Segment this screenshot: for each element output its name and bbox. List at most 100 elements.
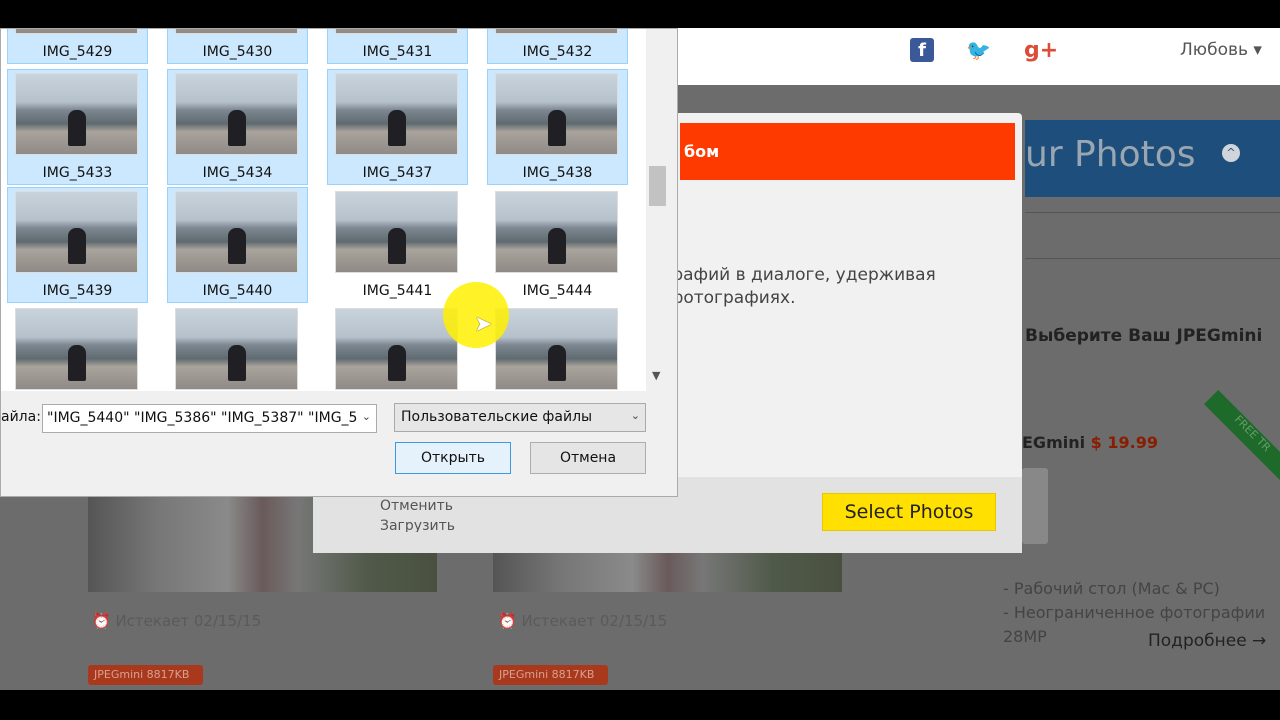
file-tile[interactable]: IMG_5431 bbox=[327, 29, 468, 64]
file-tile[interactable]: IMG_5444 bbox=[487, 187, 628, 303]
file-thumbnail bbox=[15, 29, 138, 34]
file-thumbnail bbox=[495, 29, 618, 34]
file-name: IMG_5430 bbox=[202, 44, 273, 60]
badge-size: 8817KB bbox=[551, 668, 595, 681]
file-tile[interactable]: IMG_5440 bbox=[167, 187, 308, 303]
person-figure bbox=[67, 228, 86, 264]
file-open-dialog: IMG_5429 IMG_5430 IMG_5431 IMG_5432 IMG_5433… bbox=[0, 28, 678, 497]
web-page: f 🐦 g+ Любовь ▾ ur Photos ^ Выберите Ваш… bbox=[0, 28, 1280, 690]
badge-brand: JPEGmini bbox=[94, 668, 144, 681]
file-tile[interactable]: IMG_5438 bbox=[487, 69, 628, 185]
person-figure bbox=[387, 345, 406, 381]
filetype-value: Пользовательские файлы bbox=[401, 409, 593, 425]
person-figure bbox=[387, 228, 406, 264]
file-thumbnail bbox=[495, 308, 618, 390]
expiry-text: Истекает 02/15/15 bbox=[521, 612, 668, 630]
file-thumbnail bbox=[175, 29, 298, 34]
file-name: IMG_5434 bbox=[202, 165, 273, 181]
badge-size: 8817KB bbox=[146, 668, 190, 681]
scrollbar[interactable]: ▼ bbox=[648, 29, 668, 391]
file-thumbnail bbox=[15, 73, 138, 155]
more-link[interactable]: Подробнее → bbox=[1148, 631, 1266, 651]
open-button[interactable]: Открыть bbox=[395, 442, 511, 474]
person-figure bbox=[547, 345, 566, 381]
person-figure bbox=[227, 228, 246, 264]
file-tile[interactable]: IMG_5433 bbox=[7, 69, 148, 185]
product-label: EGmini bbox=[1022, 433, 1086, 452]
file-name: IMG_5441 bbox=[362, 283, 433, 299]
feature: - Неограниченное фотографии bbox=[1003, 603, 1266, 622]
person-figure bbox=[67, 110, 86, 146]
filename-value: "IMG_5440" "IMG_5386" "IMG_5387" "IMG_5 bbox=[47, 410, 358, 426]
file-name: IMG_5444 bbox=[522, 283, 593, 299]
free-trial-ribbon: FREE TR bbox=[1204, 390, 1280, 482]
file-name: IMG_5438 bbox=[522, 165, 593, 181]
scrollbar-thumb[interactable] bbox=[649, 166, 666, 206]
file-name: IMG_5432 bbox=[522, 44, 593, 60]
file-thumbnail bbox=[495, 73, 618, 155]
file-tile[interactable]: IMG_5434 bbox=[167, 69, 308, 185]
choose-heading: Выберите Ваш JPEGmini bbox=[1025, 326, 1263, 346]
cancel-button[interactable]: Отмена bbox=[530, 442, 646, 474]
modal-title: бом bbox=[680, 123, 1015, 180]
file-name: IMG_5431 bbox=[362, 44, 433, 60]
divider bbox=[1025, 212, 1280, 213]
price: $ 19.99 bbox=[1090, 433, 1158, 452]
file-thumbnail bbox=[175, 308, 298, 390]
filetype-select[interactable]: Пользовательские файлы ⌄ bbox=[394, 403, 646, 432]
upload-link[interactable]: Загрузить bbox=[380, 518, 455, 532]
person-figure bbox=[387, 110, 406, 146]
feature: - Рабочий стол (Mac & PC) bbox=[1003, 579, 1220, 598]
banner-title: ur Photos bbox=[1025, 134, 1196, 175]
twitter-icon[interactable]: 🐦 bbox=[966, 38, 991, 62]
cancel-link[interactable]: Отменить bbox=[380, 498, 453, 514]
filename-input[interactable]: "IMG_5440" "IMG_5386" "IMG_5387" "IMG_5 ⌄ bbox=[42, 404, 377, 433]
size-badge: JPEGmini 8817KB bbox=[493, 665, 608, 685]
photo-card-expiry: ⏰ Истекает 02/15/15 bbox=[498, 612, 668, 630]
file-tile[interactable]: IMG_5437 bbox=[327, 69, 468, 185]
file-thumbnail bbox=[335, 73, 458, 155]
filename-label: айла: bbox=[1, 409, 41, 425]
person-figure bbox=[227, 110, 246, 146]
file-name: IMG_5429 bbox=[42, 44, 113, 60]
facebook-icon[interactable]: f bbox=[910, 38, 934, 62]
file-name: IMG_5439 bbox=[42, 283, 113, 299]
file-name: IMG_5437 bbox=[362, 165, 433, 181]
upload-banner: ur Photos ^ bbox=[1025, 120, 1280, 197]
chevron-down-icon[interactable]: ⌄ bbox=[361, 410, 371, 423]
badge-brand: JPEGmini bbox=[499, 668, 549, 681]
file-thumbnail bbox=[335, 29, 458, 34]
divider bbox=[1025, 258, 1280, 259]
file-name: IMG_5433 bbox=[42, 165, 113, 181]
scroll-down-icon[interactable]: ▼ bbox=[652, 369, 660, 382]
file-thumbnail bbox=[175, 191, 298, 273]
file-tile[interactable]: IMG_5430 bbox=[167, 29, 308, 64]
person-figure bbox=[227, 345, 246, 381]
google-plus-icon[interactable]: g+ bbox=[1024, 38, 1058, 63]
user-menu[interactable]: Любовь ▾ bbox=[1180, 40, 1262, 60]
chevron-down-icon: ⌄ bbox=[630, 409, 640, 422]
file-grid: IMG_5429 IMG_5430 IMG_5431 IMG_5432 IMG_5433… bbox=[1, 29, 646, 391]
size-badge: JPEGmini 8817KB bbox=[88, 665, 203, 685]
file-tile[interactable]: IMG_5439 bbox=[7, 187, 148, 303]
select-photos-button[interactable]: Select Photos bbox=[822, 493, 996, 531]
product-name: EGmini $ 19.99 bbox=[1022, 433, 1158, 452]
modal-instruction: ографий в диалоге, удерживая bbox=[653, 265, 936, 285]
person-figure bbox=[547, 110, 566, 146]
collapse-icon[interactable]: ^ bbox=[1222, 144, 1240, 162]
file-tile[interactable]: IMG_5432 bbox=[487, 29, 628, 64]
photo-card-expiry: ⏰ Истекает 02/15/15 bbox=[92, 612, 262, 630]
expiry-text: Истекает 02/15/15 bbox=[115, 612, 262, 630]
feature: 28MP bbox=[1003, 627, 1047, 646]
file-thumbnail bbox=[175, 73, 298, 155]
file-thumbnail bbox=[15, 191, 138, 273]
file-tile[interactable]: IMG_5441 bbox=[327, 187, 468, 303]
product-can-image bbox=[1022, 468, 1048, 544]
file-thumbnail bbox=[335, 308, 458, 390]
file-tile[interactable] bbox=[167, 304, 308, 391]
file-thumbnail bbox=[495, 191, 618, 273]
file-tile[interactable] bbox=[7, 304, 148, 391]
file-tile[interactable]: IMG_5429 bbox=[7, 29, 148, 64]
file-name: IMG_5440 bbox=[202, 283, 273, 299]
person-figure bbox=[67, 345, 86, 381]
